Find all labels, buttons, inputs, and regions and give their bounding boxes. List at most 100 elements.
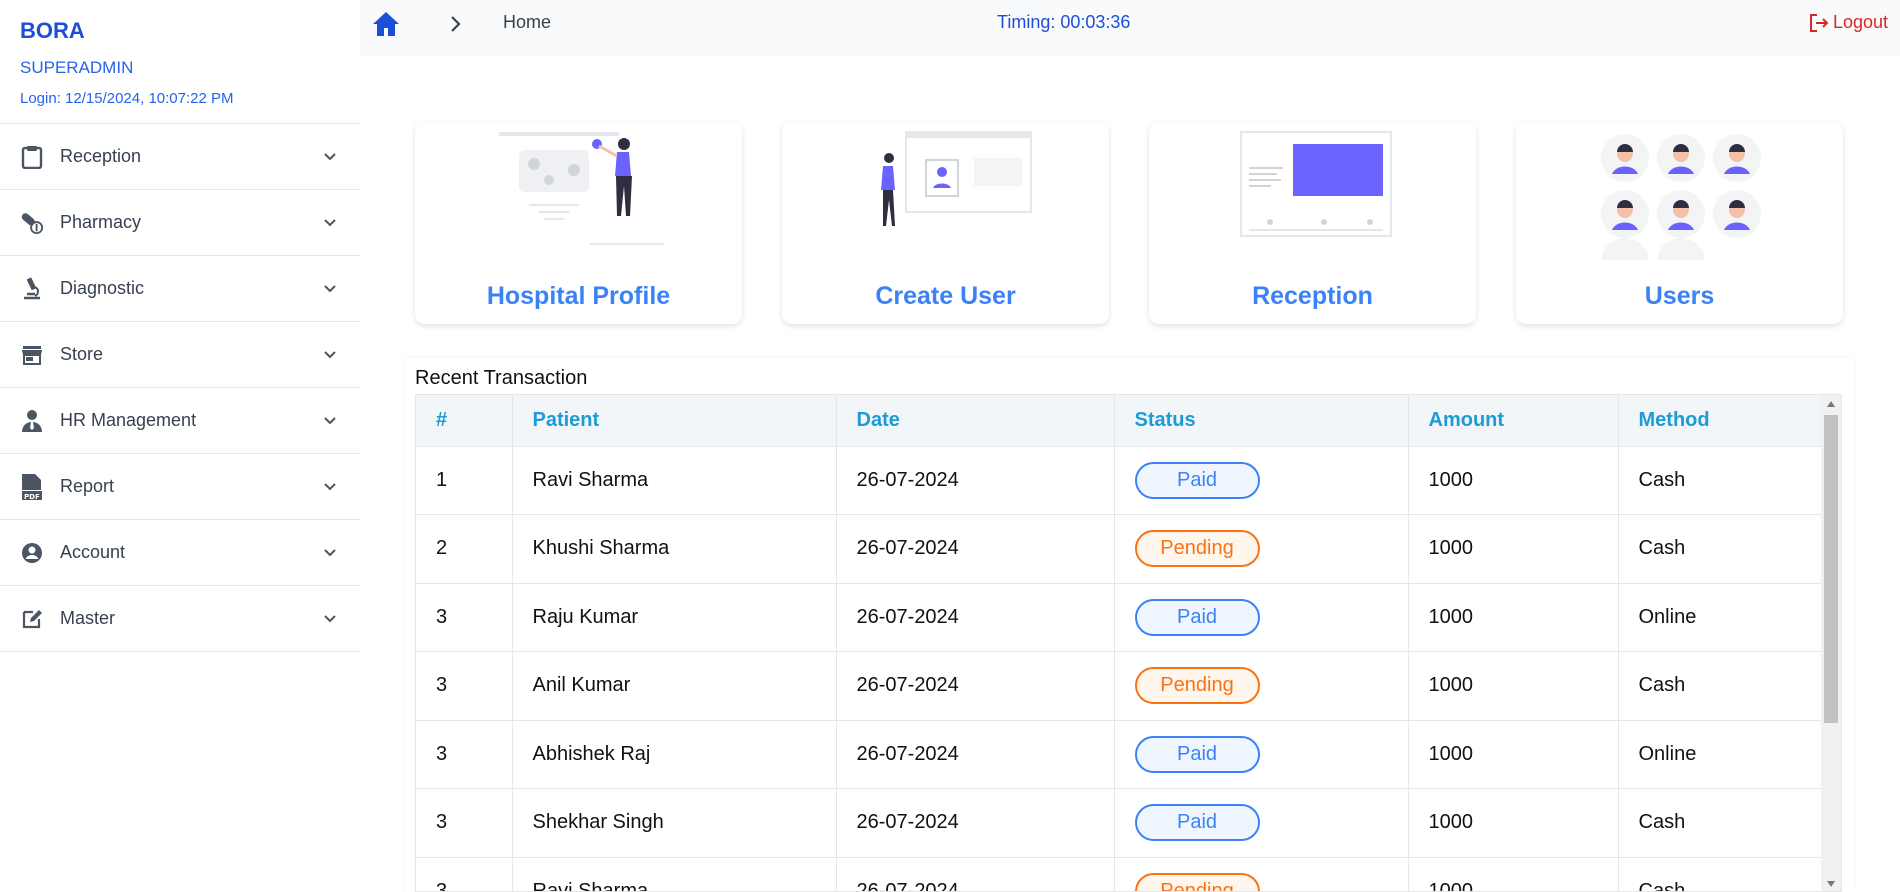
sidebar-item-label: Account [60, 542, 126, 562]
scrollbar-thumb[interactable] [1824, 415, 1838, 723]
pills-icon [20, 211, 44, 235]
chevron-down-icon [324, 284, 336, 292]
clipboard-icon [20, 145, 44, 169]
cell-number: 1 [416, 446, 513, 515]
hospital-profile-illustration [415, 130, 742, 260]
cell-patient: Ravi Sharma [512, 857, 837, 891]
sidebar-item-label: Diagnostic [60, 278, 145, 298]
chevron-right-icon [451, 16, 461, 32]
cell-amount: 1000 [1408, 651, 1619, 721]
card-title: Create User [875, 282, 1016, 310]
svg-text:PDF: PDF [24, 493, 40, 501]
logout-button[interactable]: Logout [1809, 12, 1888, 33]
sidebar-item-label: Master [60, 608, 116, 628]
sidebar-item-account[interactable]: Account [0, 520, 360, 586]
cell-method: Cash [1618, 857, 1824, 891]
chevron-down-icon [324, 350, 336, 358]
cell-patient: Raju Kumar [512, 583, 837, 652]
cell-method: Cash [1618, 446, 1824, 515]
chevron-down-icon [324, 614, 336, 622]
cell-status: Pending [1114, 514, 1409, 584]
cell-method: Cash [1618, 514, 1824, 584]
cell-method: Online [1618, 583, 1824, 652]
breadcrumb-home[interactable]: Home [503, 12, 551, 33]
cell-amount: 1000 [1408, 720, 1619, 789]
column-header-date[interactable]: Date [836, 395, 1115, 447]
status-badge: Pending [1134, 667, 1260, 705]
cell-date: 26-07-2024 [836, 720, 1115, 789]
table-scrollbar[interactable] [1821, 395, 1841, 891]
column-header-number[interactable]: # [416, 395, 513, 447]
user-tie-icon [20, 409, 44, 433]
cell-patient: Ravi Sharma [512, 446, 837, 515]
table-row[interactable]: 3 Raju Kumar 26-07-2024 Paid 1000 Online [416, 583, 1824, 652]
column-header-method[interactable]: Method [1618, 395, 1824, 447]
table-row[interactable]: 2 Khushi Sharma 26-07-2024 Pending 1000 … [416, 514, 1824, 584]
chevron-down-icon [324, 482, 336, 490]
card-title: Hospital Profile [486, 282, 671, 310]
top-bar: Home Timing: 00:03:36 Logout [360, 0, 1900, 56]
column-header-amount[interactable]: Amount [1408, 395, 1619, 447]
cell-number: 3 [416, 720, 513, 789]
cell-patient: Shekhar Singh [512, 788, 837, 858]
status-badge: Paid [1134, 598, 1260, 636]
status-badge: Pending [1134, 530, 1260, 568]
home-icon[interactable] [372, 10, 400, 38]
card-create-user[interactable]: Create User [782, 122, 1109, 324]
login-timestamp: Login: 12/15/2024, 10:07:22 PM [20, 90, 234, 107]
reception-illustration [1149, 130, 1476, 260]
cell-date: 26-07-2024 [836, 446, 1115, 515]
scroll-up-arrow-icon[interactable] [1825, 399, 1837, 409]
cell-patient: Abhishek Raj [512, 720, 837, 789]
cell-number: 3 [416, 788, 513, 858]
logout-label: Logout [1832, 12, 1888, 32]
create-user-illustration [782, 130, 1109, 260]
store-icon [20, 343, 44, 367]
status-badge: Pending [1134, 872, 1260, 891]
cell-number: 3 [416, 651, 513, 721]
cell-status: Paid [1114, 583, 1409, 652]
sidebar-item-diagnostic[interactable]: Diagnostic [0, 256, 360, 322]
sidebar-item-hr-management[interactable]: HR Management [0, 388, 360, 454]
sidebar-item-report[interactable]: PDF Report [0, 454, 360, 520]
status-badge: Paid [1134, 804, 1260, 842]
brand-name: BORA [20, 18, 85, 43]
cell-date: 26-07-2024 [836, 514, 1115, 584]
cell-number: 3 [416, 583, 513, 652]
cell-date: 26-07-2024 [836, 857, 1115, 891]
cell-amount: 1000 [1408, 446, 1619, 515]
column-header-patient[interactable]: Patient [512, 395, 837, 447]
cell-patient: Khushi Sharma [512, 514, 837, 584]
table-row[interactable]: 3 Ravi Sharma 26-07-2024 Pending 1000 Ca… [416, 857, 1824, 891]
cell-status: Pending [1114, 651, 1409, 721]
sidebar-item-store[interactable]: Store [0, 322, 360, 388]
chevron-down-icon [324, 416, 336, 424]
sidebar-item-master[interactable]: Master [0, 586, 360, 652]
cell-amount: 1000 [1408, 788, 1619, 858]
cell-status: Paid [1114, 720, 1409, 789]
status-badge: Paid [1134, 735, 1260, 773]
scroll-down-arrow-icon[interactable] [1825, 879, 1837, 889]
chevron-down-icon [324, 152, 336, 160]
table-row[interactable]: 3 Abhishek Raj 26-07-2024 Paid 1000 Onli… [416, 720, 1824, 789]
card-reception[interactable]: Reception [1149, 122, 1476, 324]
logout-icon [1809, 13, 1829, 32]
cell-method: Cash [1618, 651, 1824, 721]
table-row[interactable]: 3 Shekhar Singh 26-07-2024 Paid 1000 Cas… [416, 788, 1824, 858]
table-row[interactable]: 1 Ravi Sharma 26-07-2024 Paid 1000 Cash [416, 446, 1824, 515]
cell-amount: 1000 [1408, 514, 1619, 584]
session-timer: Timing: 00:03:36 [997, 12, 1131, 32]
sidebar-item-pharmacy[interactable]: Pharmacy [0, 190, 360, 256]
column-header-status[interactable]: Status [1114, 395, 1409, 447]
brand-block: BORA SUPERADMIN Login: 12/15/2024, 10:07… [0, 0, 360, 124]
transactions-table: # Patient Date Status Amount Method 1 Ra… [415, 394, 1842, 892]
sidebar-item-reception[interactable]: Reception [0, 124, 360, 190]
transactions-title: Recent Transaction [415, 367, 588, 389]
cell-number: 3 [416, 857, 513, 891]
chevron-down-icon [324, 218, 336, 226]
card-title: Users [1644, 282, 1715, 310]
card-users[interactable]: Users [1516, 122, 1843, 324]
microscope-icon [20, 277, 44, 301]
card-hospital-profile[interactable]: Hospital Profile [415, 122, 742, 324]
table-row[interactable]: 3 Anil Kumar 26-07-2024 Pending 1000 Cas… [416, 651, 1824, 721]
